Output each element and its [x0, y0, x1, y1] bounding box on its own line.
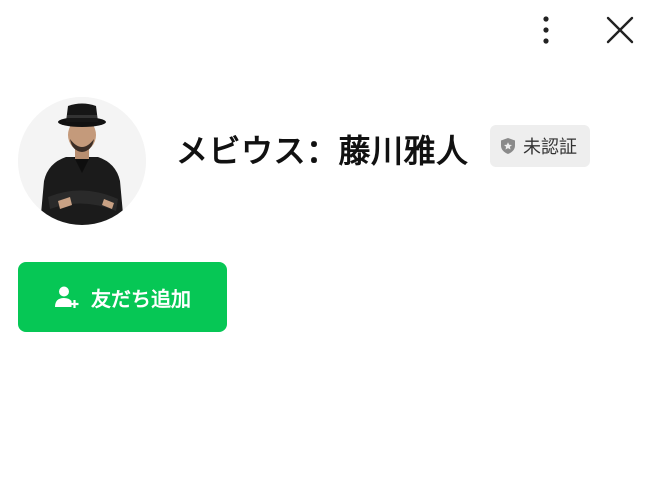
add-friend-label: 友だち追加 — [91, 288, 191, 311]
close-icon — [606, 16, 634, 44]
profile-name: メビウス：藤川雅人 — [176, 132, 469, 170]
close-button[interactable] — [602, 12, 638, 48]
status-badge-label: 未認証 — [523, 137, 577, 158]
top-actions — [528, 12, 638, 48]
status-badge[interactable]: 未認証 — [490, 125, 590, 167]
add-person-icon — [55, 286, 79, 308]
avatar[interactable] — [18, 97, 146, 225]
profile-page: メビウス：藤川雅人 未認証 友だち追加 — [0, 0, 650, 477]
more-options-button[interactable] — [528, 12, 564, 48]
add-friend-button[interactable]: 友だち追加 — [18, 262, 227, 332]
profile-photo — [18, 97, 146, 225]
vertical-dots-icon — [543, 16, 549, 44]
shield-icon — [501, 138, 515, 154]
